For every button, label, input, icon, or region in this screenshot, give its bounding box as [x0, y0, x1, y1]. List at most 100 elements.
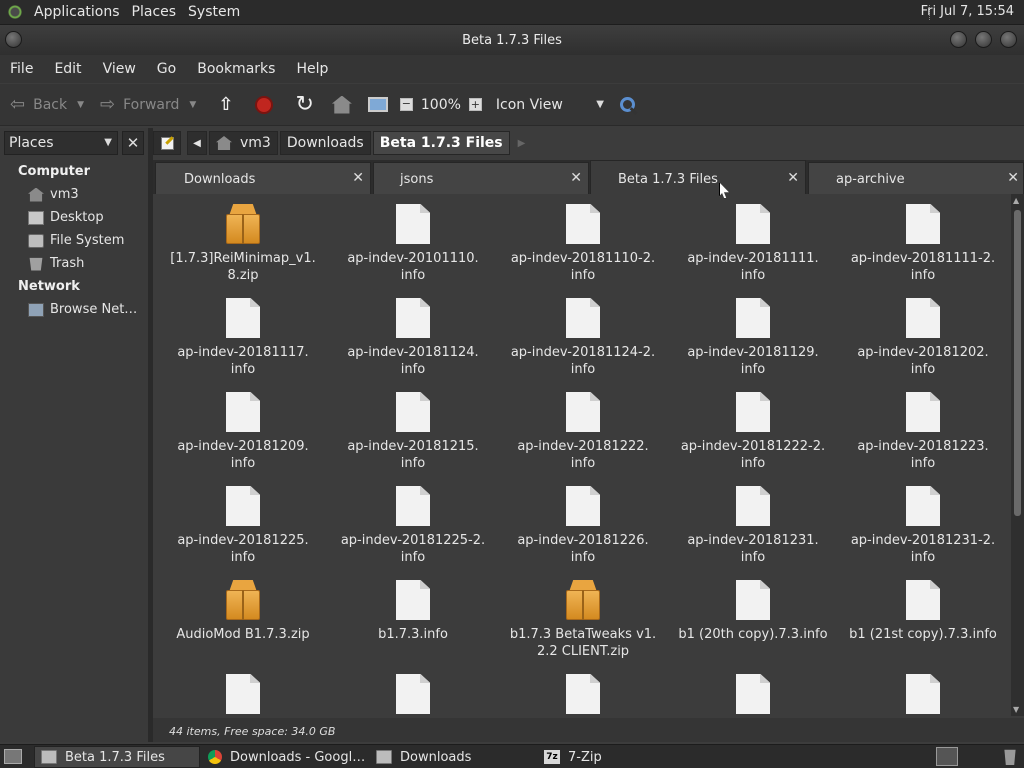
window-menu-icon[interactable] — [5, 31, 22, 48]
zoom-in-button[interactable]: + — [468, 84, 482, 126]
trash-applet-icon[interactable] — [1004, 749, 1016, 765]
file-item[interactable] — [498, 674, 668, 714]
forward-history-chevron-icon[interactable]: ▼ — [189, 100, 196, 110]
zoom-level[interactable]: 100% — [421, 84, 461, 126]
sidebar-item-desktop[interactable]: Desktop — [28, 210, 104, 225]
file-item[interactable]: ap-indev-20181110-2. info — [498, 204, 668, 284]
file-item[interactable]: b1.7.3.info — [328, 580, 498, 643]
file-item[interactable]: ap-indev-20181215. info — [328, 392, 498, 472]
file-item[interactable]: ap-indev-20181223. info — [838, 392, 1008, 472]
tab-jsons[interactable]: jsons ✕ — [373, 162, 589, 194]
file-item[interactable]: ap-indev-20181231-2. info — [838, 486, 1008, 566]
applications-menu[interactable]: Applications — [32, 4, 130, 20]
tab-ap-archive[interactable]: ap-archive ✕ — [808, 162, 1024, 194]
document-icon — [906, 204, 940, 244]
stop-button[interactable] — [255, 84, 274, 126]
file-name-line: info — [740, 268, 766, 283]
sidebar-item-trash[interactable]: Trash — [28, 256, 84, 271]
tab-close-icon[interactable]: ✕ — [352, 170, 364, 186]
search-button[interactable] — [619, 84, 638, 126]
file-item[interactable]: ap-indev-20181222. info — [498, 392, 668, 472]
sidebar-item-label: File System — [50, 233, 125, 248]
file-item[interactable]: ap-indev-20101110. info — [328, 204, 498, 284]
sidebar-item-file-system[interactable]: File System — [28, 233, 124, 248]
file-item[interactable]: ap-indev-20181231. info — [668, 486, 838, 566]
tab-close-icon[interactable]: ✕ — [570, 170, 582, 186]
file-item[interactable] — [668, 674, 838, 714]
file-item[interactable] — [838, 674, 1008, 714]
file-item[interactable]: ap-indev-20181124-2. info — [498, 298, 668, 378]
file-name: ap-indev-20181111-2. info — [838, 250, 1008, 284]
clock[interactable]: Fri Jul 7, 15:54 — [921, 4, 1014, 19]
icon-view[interactable]: [1.7.3]ReiMinimap_v1. 8.zip ap-indev-20101… — [153, 194, 1011, 716]
breadcrumb-current[interactable]: Beta 1.7.3 Files — [372, 131, 510, 155]
menu-edit[interactable]: Edit — [54, 61, 81, 77]
places-menu[interactable]: Places — [130, 4, 187, 20]
desktop-logo-icon[interactable] — [6, 3, 24, 21]
menu-go[interactable]: Go — [157, 61, 176, 77]
tab-close-icon[interactable]: ✕ — [787, 170, 799, 186]
back-history-chevron-icon[interactable]: ▼ — [77, 100, 84, 110]
sidebar-selector[interactable]: Places ▼ — [4, 131, 118, 155]
vertical-scrollbar[interactable]: ▲ ▼ — [1011, 194, 1024, 716]
tab-close-icon[interactable]: ✕ — [1007, 170, 1019, 186]
file-item[interactable]: b1 (21st copy).7.3.info — [838, 580, 1008, 643]
taskbar-item-chrome-downloads[interactable]: Downloads - Googl… — [202, 746, 368, 768]
menu-bookmarks[interactable]: Bookmarks — [197, 61, 275, 77]
file-item[interactable]: ap-indev-20181225. info — [158, 486, 328, 566]
breadcrumb-scroll-left-button[interactable]: ◀ — [187, 131, 207, 155]
file-item[interactable]: ap-indev-20181111. info — [668, 204, 838, 284]
menu-help[interactable]: Help — [296, 61, 328, 77]
file-item[interactable]: ap-indev-20181226. info — [498, 486, 668, 566]
tab-downloads[interactable]: Downloads ✕ — [155, 162, 371, 194]
file-item[interactable] — [158, 674, 328, 714]
file-item[interactable]: ap-indev-20181117. info — [158, 298, 328, 378]
scroll-up-icon[interactable]: ▲ — [1013, 196, 1019, 205]
taskbar-item-7zip[interactable]: 7z 7-Zip — [538, 746, 704, 768]
scroll-down-icon[interactable]: ▼ — [1013, 705, 1019, 714]
home-button[interactable] — [331, 84, 352, 126]
taskbar-item-downloads[interactable]: Downloads — [370, 746, 536, 768]
back-button[interactable]: ⇦ Back ▼ — [10, 84, 84, 126]
sidebar-item-vm3[interactable]: vm3 — [28, 187, 79, 202]
breadcrumb-downloads[interactable]: Downloads — [279, 131, 371, 155]
view-mode-label: Icon View — [495, 96, 563, 113]
computer-button[interactable] — [367, 84, 388, 126]
file-item[interactable]: [1.7.3]ReiMinimap_v1. 8.zip — [158, 204, 328, 284]
file-item[interactable]: ap-indev-20181222-2. info — [668, 392, 838, 472]
back-arrow-icon: ⇦ — [10, 93, 26, 115]
file-item[interactable]: ap-indev-20181225-2. info — [328, 486, 498, 566]
up-button[interactable]: ⇧ — [218, 84, 233, 126]
sidebar-item-browse-network[interactable]: Browse Net… — [28, 302, 137, 317]
workspace-switcher-icon[interactable] — [936, 747, 958, 766]
maximize-icon[interactable] — [975, 31, 992, 48]
taskbar-item-beta-files[interactable]: Beta 1.7.3 Files — [34, 746, 200, 768]
system-menu[interactable]: System — [186, 4, 250, 20]
file-item[interactable]: b1.7.3 BetaTweaks v1. 2.2 CLIENT.zip — [498, 580, 668, 660]
document-icon — [566, 204, 600, 244]
file-item[interactable] — [328, 674, 498, 714]
reload-button[interactable]: ↻ — [295, 84, 313, 126]
file-item[interactable]: ap-indev-20181209. info — [158, 392, 328, 472]
tab-beta-1-7-3-files[interactable]: Beta 1.7.3 Files ✕ — [590, 160, 806, 194]
file-item[interactable]: b1 (20th copy).7.3.info — [668, 580, 838, 643]
show-desktop-icon[interactable] — [4, 749, 22, 764]
sidebar-close-icon[interactable]: ✕ — [122, 131, 144, 155]
forward-button[interactable]: ⇨ Forward ▼ — [100, 84, 196, 126]
scrollbar-thumb[interactable] — [1014, 210, 1021, 516]
breadcrumb-vm3[interactable]: vm3 — [209, 131, 278, 155]
minimize-icon[interactable] — [950, 31, 967, 48]
breadcrumb-scroll-right-icon[interactable]: ▶ — [518, 138, 526, 149]
menu-view[interactable]: View — [103, 61, 136, 77]
zoom-out-button[interactable]: − — [399, 84, 413, 126]
file-item[interactable]: ap-indev-20181124. info — [328, 298, 498, 378]
toggle-location-entry-button[interactable] — [153, 131, 181, 155]
file-item[interactable]: ap-indev-20181202. info — [838, 298, 1008, 378]
view-mode-select[interactable]: Icon View ▼ — [496, 84, 606, 126]
close-window-icon[interactable] — [1000, 31, 1017, 48]
window-titlebar[interactable]: Beta 1.7.3 Files — [0, 25, 1024, 55]
menu-file[interactable]: File — [10, 61, 33, 77]
file-item[interactable]: ap-indev-20181111-2. info — [838, 204, 1008, 284]
file-item[interactable]: ap-indev-20181129. info — [668, 298, 838, 378]
file-item[interactable]: AudioMod B1.7.3.zip — [158, 580, 328, 643]
